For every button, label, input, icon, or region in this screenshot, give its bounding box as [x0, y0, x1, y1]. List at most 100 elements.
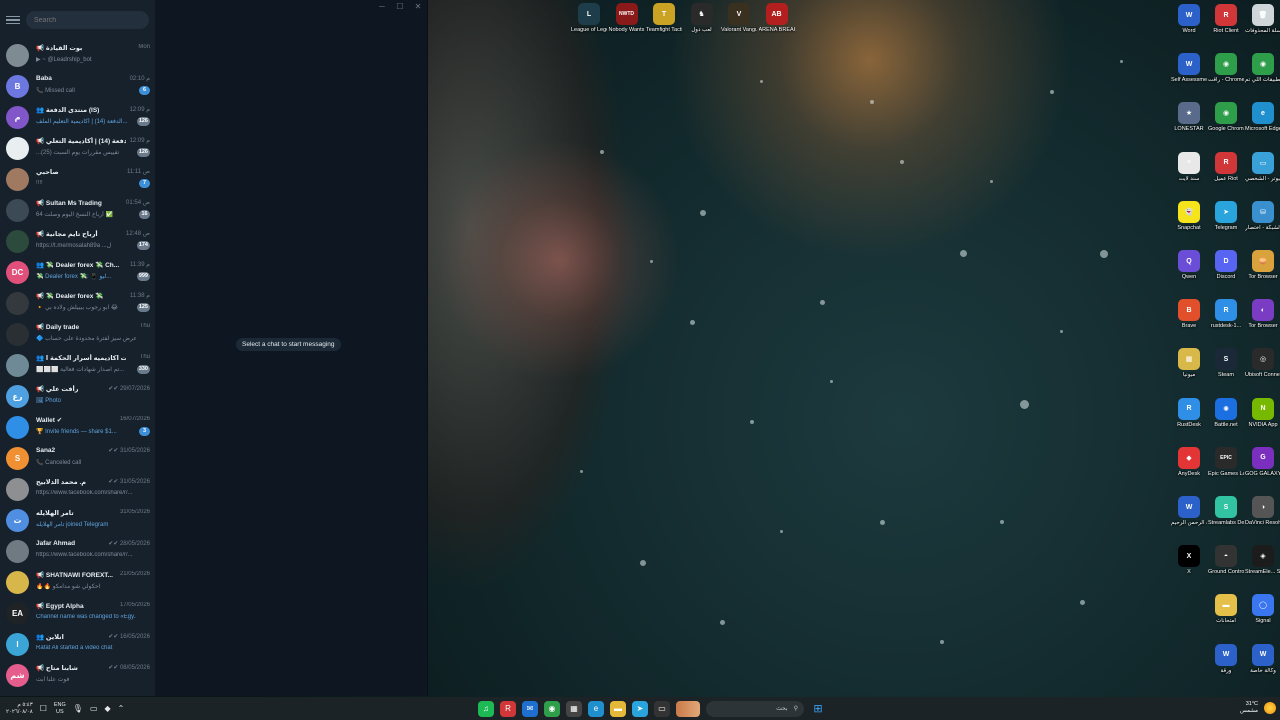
chat-name: 📢 💸 Dealer forex 💸 — [36, 292, 104, 300]
desktop-icon[interactable]: W وكالة خاصة — [1245, 643, 1280, 675]
chat-row[interactable]: I 👥 انلاين ✔✔ 16/05/2026 Rafat Ali started … — [0, 629, 155, 660]
desktop-icon[interactable]: ◑ DaVinci Resolve — [1245, 496, 1280, 527]
chat-row[interactable]: رع 📢 رأفت علي ✔✔ 29/07/2026 🖼 Photo — [0, 381, 155, 412]
chat-row[interactable]: م. محمد الدلابيح ✔✔ 31/05/2026 https://www… — [0, 474, 155, 505]
taskbar-app-chrome[interactable]: ◉ — [544, 700, 560, 717]
chat-row[interactable]: Wallet ✔ 16/07/2026 🏆 Invite friends — sha… — [0, 412, 155, 443]
desktop-icon[interactable]: R RustDesk — [1171, 397, 1207, 429]
taskbar-app-store[interactable]: ▦ — [566, 700, 582, 717]
desktop-icon[interactable]: ◆ AnyDesk — [1171, 446, 1207, 478]
desktop-icon[interactable]: WSelf Assessmen... — [1171, 53, 1207, 84]
chat-row[interactable]: 👥 شهادات اكاديميه أسرار الحكمة ا... Thu ⬜⬜… — [0, 350, 155, 381]
desktop-icon[interactable]: G GOG GALAXY — [1245, 446, 1280, 478]
chat-row[interactable]: ت تامر الهلايله 31/05/2026 تامر الهلايله jo… — [0, 505, 155, 536]
desktop-icon[interactable]: Q Qwen — [1171, 250, 1207, 281]
desktop-icon[interactable]: ★ LONESTAR — [1171, 102, 1207, 133]
clock[interactable]: ٥:٤٣ م ٢٠٢٦/٠٨/٠٨ — [6, 702, 33, 716]
desktop-icon[interactable]: ▭هذا الكمبيوتر - الشخصي — [1245, 151, 1280, 183]
chat-row[interactable]: DC 👥 💸 Dealer forex 💸 Ch... 11:39 م 💸 Deale… — [0, 257, 155, 288]
desktop-icon[interactable]: e Microsoft Edge — [1245, 102, 1280, 133]
taskbar-app-spotify[interactable]: ♫ — [478, 700, 494, 717]
desktop-icon[interactable]: R عميل Riot — [1208, 151, 1244, 183]
app-icon: D — [1215, 250, 1237, 272]
chat-row[interactable]: B Baba 02:10 م 📞 Missed call 6 — [0, 71, 155, 102]
desktop-icon[interactable]: EPICEpic Games Launcher — [1208, 446, 1244, 478]
desktop-icon[interactable]: ◯ Signal — [1245, 594, 1280, 625]
desktop-icon[interactable]: L League of Legends — [571, 3, 607, 34]
maximize-button[interactable]: ☐ — [391, 0, 409, 14]
taskbar-app-telegram[interactable]: ➤ — [632, 700, 648, 717]
chat-row[interactable]: شم 📢 شابنا متاح ✔✔ 08/05/2026 فوت علنا ابت — [0, 660, 155, 691]
desktop-icon[interactable]: R Riot Client — [1208, 4, 1244, 35]
desktop-icon[interactable]: ➤ Telegram — [1208, 200, 1244, 232]
desktop-icon[interactable]: 🧅 Tor Browser — [1245, 250, 1280, 281]
desktop-icon[interactable]: XX — [1171, 545, 1207, 576]
windows-start-icon[interactable]: ⊞ — [810, 701, 826, 717]
desktop-icon[interactable]: D Discord — [1208, 250, 1244, 281]
network-icon[interactable]: ▭ — [90, 704, 98, 713]
chat-row[interactable]: 📢 الدفعة (14) | أكاديمية التعلي...12:09 … — [0, 133, 155, 164]
chat-row[interactable]: EA 📢 Egypt Alpha 17/05/2026 Channel name wa… — [0, 598, 155, 629]
bubble — [1050, 90, 1054, 94]
taskbar-search[interactable]: بحث ⚲ — [706, 700, 804, 717]
desktop-icon-label: امتحانات — [1216, 618, 1236, 625]
chat-row[interactable]: 📢 أرباح تايم مجانية 12:48 ص https://t.me/m… — [0, 226, 155, 257]
search-input[interactable] — [26, 11, 149, 29]
chat-row[interactable]: 📢 بوت القيادة Mon ▶ ~ @Leadrship_bot — [0, 40, 155, 71]
minimize-button[interactable]: ─ — [373, 0, 391, 14]
desktop-icon[interactable]: AB ARENA BREAKOUT — [759, 3, 795, 34]
desktop-icon[interactable]: ≡ سند لايت — [1171, 151, 1207, 183]
taskbar-app-mail[interactable]: ✉ — [522, 700, 538, 717]
desktop-icon[interactable]: W ورقة — [1208, 643, 1244, 675]
language-indicator[interactable]: ENG US — [54, 702, 66, 716]
microphone-icon[interactable]: 🎙 — [73, 704, 83, 713]
chevron-up-icon[interactable]: ⌃ — [118, 704, 125, 713]
desktop-icon[interactable]: W بسم الله الرحمن الرحيم — [1171, 496, 1207, 527]
taskbar-widgets-icon[interactable] — [676, 700, 700, 717]
taskbar-app-edge[interactable]: e — [588, 700, 604, 717]
tray-app-icon[interactable]: ◆ — [105, 704, 111, 713]
taskbar-apps: ♫ R ✉ ◉ ▦ e ▬ ➤ ▭ بحث ⚲ ⊞ — [478, 697, 826, 720]
desktop-icon[interactable]: ◓ Ground Control — [1208, 545, 1244, 576]
app-icon: ★ — [1178, 102, 1200, 125]
desktop-icon[interactable]: ◉ Google Chrome — [1208, 102, 1244, 133]
chat-row[interactable]: م 👥 منتدى الدفعة (IS) 12:09 م الدفعة (14) |… — [0, 102, 155, 133]
chat-row[interactable]: Jafar Ahmad ✔✔ 28/05/2026 https://www.face… — [0, 536, 155, 567]
bubble — [940, 640, 944, 644]
chat-row[interactable]: 📢 Sultan Ms Trading 01:54 ص أرباح النسخ ال… — [0, 195, 155, 226]
close-button[interactable]: ✕ — [409, 0, 427, 14]
desktop-icon[interactable]: ◐ Tor Browser — [1245, 299, 1280, 330]
desktop-icon[interactable]: ◎Ubisoft Connect — [1245, 348, 1280, 379]
desktop-icon[interactable]: NWTD Nobody Wants to D... — [609, 3, 645, 34]
desktop-icon[interactable]: B Brave — [1171, 299, 1207, 330]
desktop-icon[interactable]: ▬ امتحانات — [1208, 594, 1244, 625]
notifications-icon[interactable]: ☐ — [40, 704, 47, 713]
chat-row[interactable]: 📢 💸 Dealer forex 💸 11:38 م 🔸 ابو رجوب بيبي… — [0, 288, 155, 319]
desktop-icon[interactable]: W Word — [1171, 4, 1207, 35]
desktop-icon[interactable]: 🗑 سلة المحذوفات — [1245, 4, 1280, 35]
taskbar-app-terminal[interactable]: ▭ — [654, 700, 670, 717]
desktop-icon[interactable]: ◉ راقت - Chrome — [1208, 53, 1244, 84]
desktop-icon[interactable]: T Teamfight Tactics — [646, 3, 682, 34]
taskbar-app-explorer[interactable]: ▬ — [610, 700, 626, 717]
desktop-icon[interactable]: S Steam — [1208, 348, 1244, 379]
chat-row[interactable]: 📢 Daily trade Thu 🔷 عرض سيز لفترة محدودة ع… — [0, 319, 155, 350]
chat-row[interactable]: S Sana2 ✔✔ 31/05/2026 📞 Canceled call — [0, 443, 155, 474]
desktop-icon[interactable]: S Streamlabs Desktop — [1208, 496, 1244, 527]
desktop-icon[interactable]: N NVIDIA App — [1245, 397, 1280, 429]
desktop-icon[interactable]: ♞ لعب دول — [684, 3, 720, 34]
chat-row[interactable]: صاحبي 11:11 ص!!!! 7 — [0, 164, 155, 195]
desktop-icon[interactable]: V Valorant Vanguard Mech — [721, 3, 757, 34]
weather-widget[interactable]: 31°C مشمس — [1240, 701, 1258, 715]
desktop-icon[interactable]: 👻 Snapchat — [1171, 200, 1207, 232]
desktop-icon[interactable]: ◉التطبيقات اللي تم... — [1245, 53, 1280, 84]
desktop-icon[interactable]: ✺ Battle.net — [1208, 397, 1244, 429]
chat-row[interactable]: 📢 SHATNAWI FOREXT... 21/05/2026 🔥🔥 احكولي … — [0, 567, 155, 598]
menu-icon[interactable] — [6, 13, 20, 27]
desktop-icon[interactable]: ⛁ الشبكة - اختصار — [1245, 200, 1280, 232]
search-icon: ⚲ — [793, 706, 798, 712]
taskbar-app-riot[interactable]: R — [500, 700, 516, 717]
desktop-icon[interactable]: ◈StreamEle... SE.Live — [1245, 545, 1280, 576]
desktop-icon[interactable]: ▦ ميونيا — [1171, 348, 1207, 379]
desktop-icon[interactable]: Rrustdesk-1... — [1208, 299, 1244, 330]
